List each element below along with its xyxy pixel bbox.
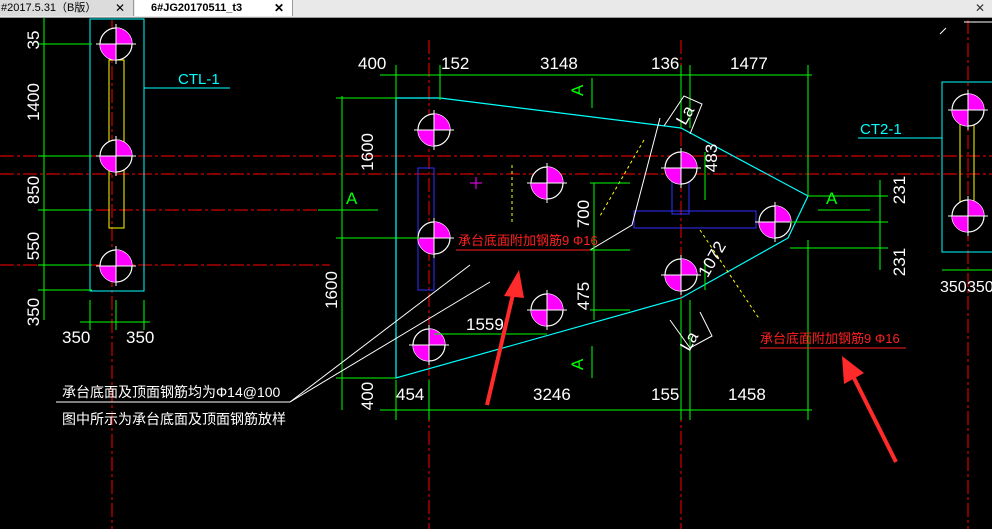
dim-text: 400 (358, 54, 386, 73)
grid-axes (0, 20, 992, 529)
dim-text: 3148 (540, 54, 578, 73)
rebar-note: 图中所示为承台底面及顶面钢筋放样 (62, 411, 286, 427)
dim-text: 550 (24, 232, 43, 260)
section-mark-label: A (568, 84, 587, 96)
dim-text: 483 (702, 144, 721, 172)
pile (95, 23, 137, 65)
arrow-icon (842, 356, 898, 463)
dim-text: 152 (441, 54, 469, 73)
pile (95, 245, 137, 287)
anchorage-marks (663, 95, 713, 349)
dim-text: 35 (24, 31, 43, 50)
dim-text: 1477 (730, 54, 768, 73)
dim-text: La (676, 328, 702, 354)
close-icon[interactable]: ✕ (115, 0, 125, 16)
section-mark-label: A (568, 358, 587, 370)
pile (95, 135, 137, 177)
rebar-note: 承台底面附加钢筋9 Φ16 (458, 233, 598, 248)
dim-text: 231 (890, 176, 909, 204)
close-icon[interactable]: ✕ (274, 0, 284, 16)
dim-text: 350 (940, 279, 967, 296)
dim-text: 1400 (24, 83, 43, 121)
tab-drawing-2[interactable]: 6#JG20170511_t3 ✕ (135, 0, 293, 16)
rebar-note: 承台底面及顶面钢筋均为Φ14@100 (62, 384, 281, 400)
dim-text: 350 (62, 328, 90, 347)
pile (408, 324, 450, 366)
pile (413, 109, 455, 151)
pile (660, 254, 702, 296)
tab-label: #2017.5.31（B版） (1, 2, 97, 14)
dim-text: 231 (890, 248, 909, 276)
rebar-note: 承台底面附加钢筋9 Φ16 (760, 331, 900, 346)
cap-ctl-1: CTL-1 (89, 18, 230, 292)
dim-text: 400 (358, 382, 377, 410)
dim-text: 350 (967, 279, 992, 296)
pile (526, 162, 568, 204)
dim-text: 850 (24, 176, 43, 204)
dim-text: 700 (574, 200, 593, 228)
dim-text: 1559 (466, 315, 504, 334)
dim-text: 454 (396, 385, 424, 404)
close-icon[interactable]: ✕ (975, 0, 985, 16)
section-mark-label: A (826, 189, 838, 208)
section-mark-label: A (346, 189, 358, 208)
tab-drawing-1[interactable]: #2017.5.31（B版） ✕ (0, 0, 134, 16)
cad-canvas[interactable]: CTL-1 35 1400 850 550 350 350 350 CT2-1 … (0, 17, 992, 529)
dim-text: 136 (651, 54, 679, 73)
dim-text: 350 (126, 328, 154, 347)
tab-label: 6#JG20170511_t3 (151, 2, 243, 14)
dim-text: 350 (24, 298, 43, 326)
dim-text: 3246 (533, 385, 571, 404)
dim-text: 475 (574, 282, 593, 310)
dim-text: La (672, 102, 698, 128)
pile (660, 147, 702, 189)
dim-text: 1600 (322, 271, 341, 309)
pile (947, 195, 989, 237)
arrow-icon (485, 270, 524, 406)
pile (526, 289, 568, 331)
dim-text: 155 (651, 385, 679, 404)
pile (947, 89, 989, 131)
tab-bar: #2017.5.31（B版） ✕ 6#JG20170511_t3 ✕ ✕ (0, 0, 992, 18)
dim-text: 1600 (358, 133, 377, 171)
dim-text: 1458 (728, 385, 766, 404)
cap-label: CTL-1 (178, 71, 220, 88)
cap-label: CT2-1 (860, 121, 902, 138)
cap-ct2-1: CT2-1 350 350 (858, 21, 992, 296)
